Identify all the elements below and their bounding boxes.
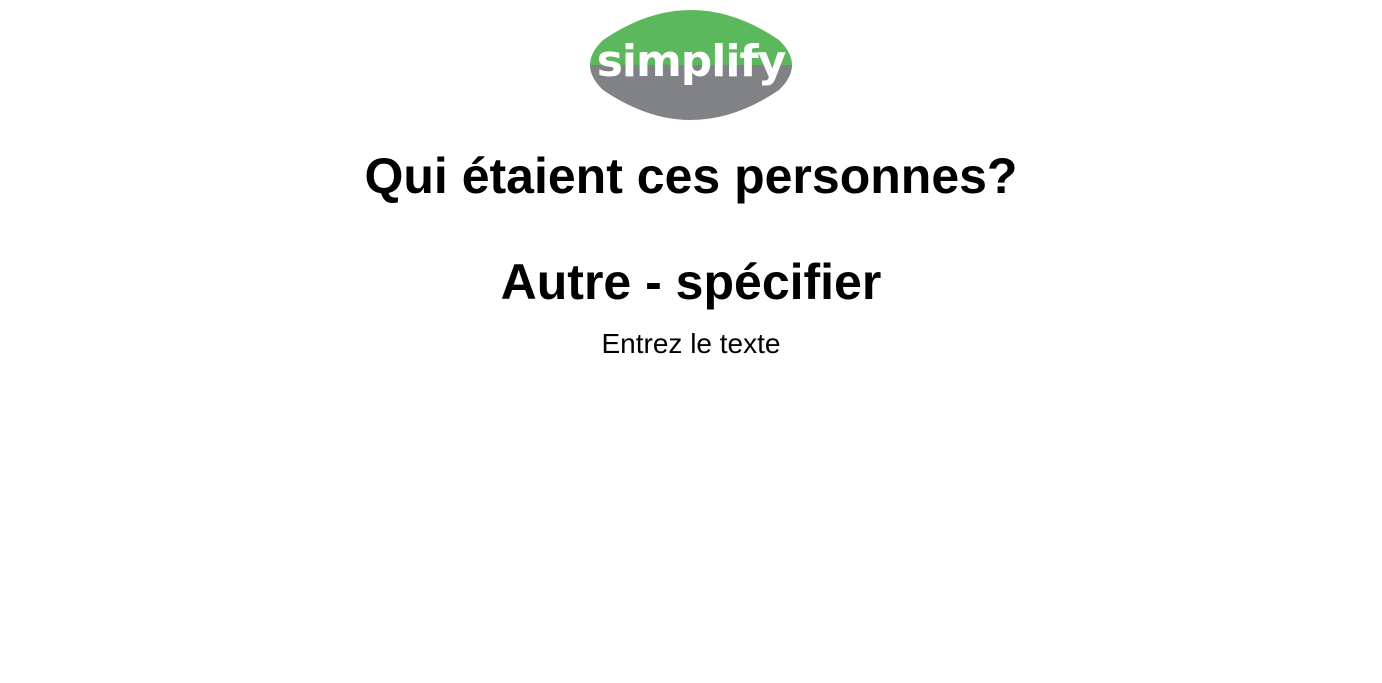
simplify-logo: simplify	[583, 10, 799, 120]
question-heading: Qui étaient ces personnes?	[364, 148, 1018, 204]
logo-wordmark: simplify	[597, 36, 786, 87]
survey-screen: simplify Qui étaient ces personnes? Autr…	[0, 0, 1382, 683]
selected-answer: Autre - spécifier	[500, 254, 882, 310]
text-entry-prompt[interactable]: Entrez le texte	[0, 327, 1382, 361]
